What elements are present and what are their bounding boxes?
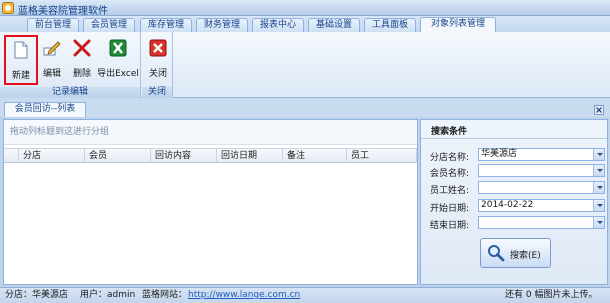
col-visit-date[interactable]: 回访日期 <box>217 149 283 163</box>
window-title: 蓝格美容院管理软件 <box>18 6 108 17</box>
chevron-down-icon[interactable] <box>593 217 604 228</box>
member-name-label: 会员名称: <box>430 169 470 179</box>
delete-button[interactable]: 删除 <box>69 35 95 85</box>
group-close-label: 关闭 <box>142 87 172 98</box>
delete-label: 删除 <box>72 69 91 79</box>
grid-header: 分店 会员 回访内容 回访日期 备注 员工 <box>4 148 417 163</box>
row-indicator-header <box>4 149 19 163</box>
tab-reports[interactable]: 报表中心 <box>252 18 304 32</box>
search-button[interactable]: 搜索(E) <box>480 238 551 268</box>
document-close-icon[interactable] <box>594 105 604 115</box>
close-button[interactable]: 关闭 <box>145 35 171 85</box>
start-date-picker[interactable]: 2014-02-22 <box>478 199 605 212</box>
tab-inventory[interactable]: 库存管理 <box>140 18 192 32</box>
group-record-edit-label: 记录编辑 <box>0 87 140 98</box>
staff-name-select[interactable] <box>478 181 605 194</box>
ribbon: 新建 编辑 删除 导出Excel 记录编辑 关闭 关闭 <box>0 32 610 98</box>
new-document-icon <box>14 41 28 59</box>
status-branch: 分店：华美源店 <box>5 290 69 300</box>
staff-name-label: 员工姓名: <box>430 186 470 196</box>
edit-button[interactable]: 编辑 <box>40 35 64 85</box>
edit-pencil-icon <box>43 41 61 56</box>
col-branch[interactable]: 分店 <box>19 149 85 163</box>
status-site-label: 蓝格网站： <box>142 290 188 300</box>
status-bar: 分店：华美源店 用户：admin 蓝格网站： http://www.lange.… <box>0 287 610 303</box>
delete-x-icon <box>73 39 91 57</box>
export-excel-button[interactable]: 导出Excel <box>97 35 139 85</box>
start-date-value: 2014-02-22 <box>481 200 534 210</box>
chevron-down-icon[interactable] <box>593 182 604 193</box>
chevron-down-icon[interactable] <box>593 200 604 211</box>
branch-name-select[interactable]: 华美源店 <box>478 148 605 161</box>
app-logo-icon <box>2 2 14 14</box>
document-tab-strip: 会员回访--列表 <box>0 98 610 117</box>
new-label: 新建 <box>11 71 30 81</box>
excel-icon <box>109 39 127 57</box>
col-member[interactable]: 会员 <box>85 149 151 163</box>
close-icon <box>149 39 167 57</box>
member-visit-grid: 拖动列标题到这进行分组 分店 会员 回访内容 回访日期 备注 员工 <box>3 119 418 285</box>
close-label: 关闭 <box>148 69 167 79</box>
group-by-hint: 拖动列标题到这进行分组 <box>4 120 417 145</box>
search-title: 搜索条件 <box>431 127 468 137</box>
group-record-edit: 新建 编辑 删除 导出Excel 记录编辑 <box>0 32 141 98</box>
col-staff[interactable]: 员工 <box>347 149 417 163</box>
tab-tools[interactable]: 工具面板 <box>364 18 416 32</box>
search-divider <box>421 138 607 139</box>
company-website-link[interactable]: http://www.lange.com.cn <box>188 288 300 303</box>
end-date-label: 结束日期: <box>430 221 470 231</box>
chevron-down-icon[interactable] <box>593 149 604 160</box>
tab-front-desk[interactable]: 前台管理 <box>27 18 79 32</box>
tab-member-visit-list[interactable]: 会员回访--列表 <box>4 102 86 117</box>
edit-label: 编辑 <box>42 69 61 79</box>
status-user: 用户：admin <box>80 290 136 300</box>
tab-member[interactable]: 会员管理 <box>83 18 135 32</box>
end-date-picker[interactable] <box>478 216 605 229</box>
branch-name-value: 华美源店 <box>481 149 518 159</box>
tab-object-list[interactable]: 对象列表管理 <box>420 17 496 33</box>
title-bar: 蓝格美容院管理软件 <box>0 0 610 17</box>
search-button-label: 搜索(E) <box>510 251 541 261</box>
main-tab-bar: 前台管理 会员管理 库存管理 财务管理 报表中心 基础设置 工具面板 对象列表管… <box>0 16 610 33</box>
magnifier-icon <box>488 245 505 262</box>
tab-basic-settings[interactable]: 基础设置 <box>308 18 360 32</box>
export-excel-label: 导出Excel <box>97 69 139 79</box>
branch-name-label: 分店名称: <box>430 153 470 163</box>
chevron-down-icon[interactable] <box>593 165 604 176</box>
col-notes[interactable]: 备注 <box>283 149 347 163</box>
tab-finance[interactable]: 财务管理 <box>196 18 248 32</box>
status-upload: 还有 0 幅图片未上传。 <box>505 290 598 300</box>
col-visit-content[interactable]: 回访内容 <box>151 149 217 163</box>
member-name-select[interactable] <box>478 164 605 177</box>
group-close: 关闭 关闭 <box>142 32 173 98</box>
start-date-label: 开始日期: <box>430 204 470 214</box>
new-button[interactable]: 新建 <box>4 35 38 85</box>
